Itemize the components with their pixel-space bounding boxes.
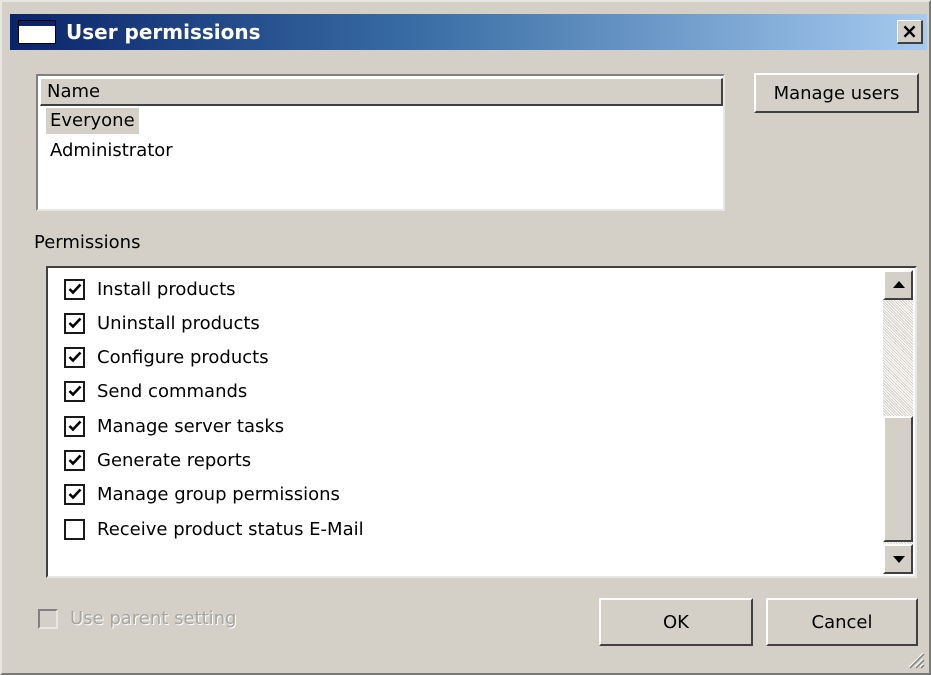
- list-item-everyone[interactable]: Everyone: [46, 108, 139, 134]
- use-parent-setting-checkbox[interactable]: [38, 608, 58, 629]
- permission-item[interactable]: Generate reports: [64, 449, 251, 473]
- users-list[interactable]: Name Everyone Administrator: [36, 74, 725, 211]
- permission-item[interactable]: Install products: [64, 277, 236, 301]
- close-button[interactable]: ×: [897, 20, 923, 44]
- permission-item[interactable]: Send commands: [64, 380, 247, 404]
- permission-label: Configure products: [97, 347, 269, 369]
- cancel-button[interactable]: Cancel: [766, 598, 918, 646]
- checkmark-icon: [68, 317, 82, 329]
- permission-checkbox[interactable]: [64, 312, 85, 334]
- permission-label: Send commands: [97, 381, 248, 403]
- list-item-administrator[interactable]: Administrator: [46, 138, 177, 164]
- checkmark-icon: [68, 454, 82, 466]
- permissions-label: Permissions: [34, 232, 141, 253]
- permission-item[interactable]: Receive product status E-Mail: [64, 517, 364, 541]
- ok-button[interactable]: OK: [599, 598, 753, 646]
- permission-item[interactable]: Configure products: [64, 346, 269, 370]
- arrow-up-icon: [893, 281, 905, 288]
- permission-checkbox[interactable]: [64, 278, 85, 300]
- checkmark-icon: [68, 420, 82, 432]
- scroll-down-button[interactable]: [883, 544, 913, 574]
- scroll-thumb[interactable]: [883, 416, 913, 542]
- permissions-list: Install products Uninstall products Config…: [46, 266, 917, 578]
- window-title: User permissions: [66, 20, 261, 44]
- permission-checkbox[interactable]: [64, 347, 85, 369]
- close-icon: ×: [901, 19, 918, 43]
- use-parent-setting-label: Use parent setting: [70, 608, 237, 629]
- permission-label: Generate reports: [97, 450, 252, 471]
- checkmark-icon: [68, 386, 82, 397]
- permission-item[interactable]: Manage group permissions: [64, 483, 340, 507]
- user-permissions-dialog: User permissions × Name Everyone Adminis…: [0, 0, 931, 675]
- permission-label: Install products: [97, 278, 236, 300]
- permission-label: Manage group permissions: [97, 484, 340, 506]
- permission-label: Uninstall products: [97, 312, 260, 334]
- checkmark-icon: [68, 283, 82, 294]
- scroll-up-button[interactable]: [883, 270, 913, 300]
- arrow-down-icon: [893, 556, 905, 563]
- checkmark-icon: [68, 488, 82, 500]
- title-bar[interactable]: User permissions ×: [10, 14, 927, 50]
- permission-item[interactable]: Manage server tasks: [64, 414, 284, 438]
- permission-checkbox[interactable]: [64, 484, 85, 506]
- permission-checkbox[interactable]: [64, 415, 85, 437]
- use-parent-setting[interactable]: Use parent setting: [38, 608, 236, 629]
- vertical-scrollbar[interactable]: [883, 270, 913, 574]
- permission-label: Receive product status E-Mail: [97, 518, 364, 540]
- window-icon: [18, 20, 56, 44]
- checkmark-icon: [68, 351, 82, 363]
- permission-item[interactable]: Uninstall products: [64, 311, 260, 335]
- permission-checkbox[interactable]: [64, 381, 85, 403]
- permission-label: Manage server tasks: [97, 415, 285, 437]
- permission-checkbox[interactable]: [64, 450, 85, 471]
- resize-grip-icon[interactable]: [905, 649, 925, 669]
- name-column-header[interactable]: Name: [40, 78, 723, 106]
- permission-checkbox[interactable]: [64, 518, 85, 540]
- manage-users-button[interactable]: Manage users: [754, 73, 919, 113]
